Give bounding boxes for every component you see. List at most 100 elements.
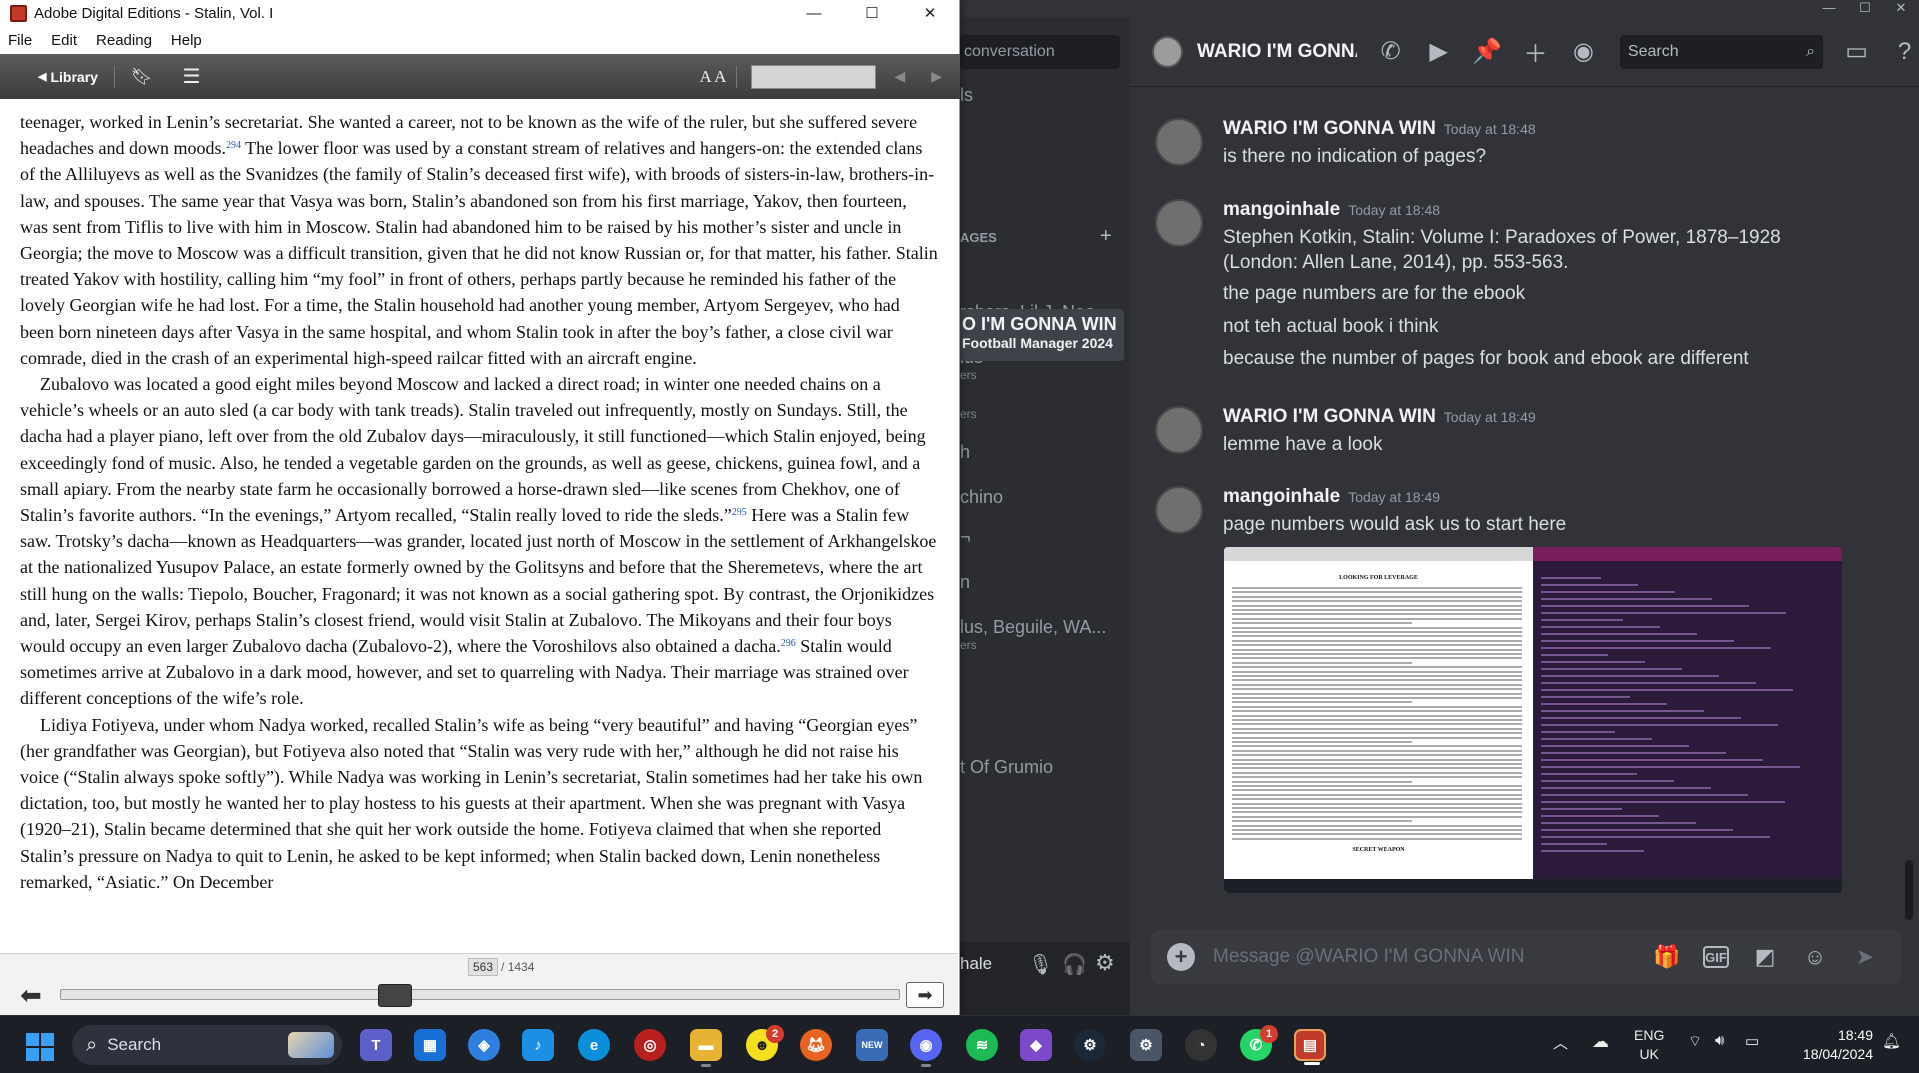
steam-icon[interactable]: ⚙︎ <box>1074 1029 1106 1061</box>
next-page-arrow-icon[interactable]: ➡ <box>906 982 944 1008</box>
firefox-icon[interactable]: 🦊︎ <box>800 1029 832 1061</box>
add-friend-icon[interactable]: ＋ <box>1521 37 1550 68</box>
message-username[interactable]: mangoinhale <box>1223 486 1340 507</box>
sticker-icon[interactable]: ◩ <box>1751 943 1779 971</box>
menu-help[interactable]: Help <box>171 32 202 49</box>
discord-icon[interactable]: ◉ <box>910 1029 942 1067</box>
pin-icon[interactable]: 📌 <box>1472 37 1502 67</box>
close-icon[interactable]: ✕ <box>901 0 959 26</box>
add-dm-icon[interactable]: + <box>1100 225 1112 248</box>
dm-list-item[interactable]: n <box>960 572 970 593</box>
message-username[interactable]: WARIO I'M GONNA WIN <box>1223 118 1436 139</box>
voice-call-icon[interactable]: ✆ <box>1376 37 1405 67</box>
footnote-link[interactable]: 295 <box>732 507 747 518</box>
snapchat-icon[interactable]: ☻ 2 <box>746 1025 784 1061</box>
settings-icon[interactable]: ⚙ <box>1130 1029 1162 1061</box>
language-indicator[interactable]: ENG UK <box>1634 1026 1664 1064</box>
file-explorer-icon[interactable]: ▬ <box>690 1029 722 1067</box>
battery-icon[interactable]: ▭ <box>1745 1032 1759 1050</box>
gift-icon[interactable]: 🎁 <box>1653 943 1681 971</box>
footnote-link[interactable]: 294 <box>226 140 241 151</box>
dm-list-item[interactable]: chino <box>960 487 1003 508</box>
library-button[interactable]: ◀ Library <box>38 69 98 85</box>
page-slider-thumb[interactable] <box>378 984 412 1007</box>
previous-page-icon[interactable]: ◀ <box>894 68 905 85</box>
dm-list-item[interactable]: ls <box>960 85 973 106</box>
chevron-up-icon[interactable]: ︿ <box>1553 1032 1568 1053</box>
dm-list-item[interactable]: ¬ <box>960 527 971 548</box>
attachment-line <box>1232 833 1522 836</box>
help-icon[interactable]: ? <box>1890 37 1919 67</box>
menu-edit[interactable]: Edit <box>51 32 77 49</box>
active-dm-item[interactable]: O I'M GONNA WIN Football Manager 2024 <box>960 309 1124 361</box>
avatar[interactable] <box>1155 118 1203 166</box>
dm-list-item[interactable]: AGES <box>960 230 997 245</box>
spotify-icon[interactable]: ≋ <box>966 1029 998 1061</box>
microsoft-store-icon[interactable]: ▦ <box>414 1029 446 1061</box>
contents-list-icon[interactable]: ☰ <box>183 64 201 89</box>
minimize-icon[interactable]: — <box>1811 0 1847 17</box>
menu-reading[interactable]: Reading <box>96 32 152 49</box>
whatsapp-icon[interactable]: ✆ 1 <box>1240 1025 1278 1061</box>
whatsapp-badge: 1 <box>1260 1025 1278 1043</box>
upload-plus-icon[interactable]: + <box>1167 943 1195 971</box>
header-search-input[interactable]: Search ⌕ <box>1619 34 1824 69</box>
message-input[interactable]: Message @WARIO I'M GONNA WIN <box>1213 946 1653 968</box>
obsidian-icon[interactable]: ◆ <box>1020 1029 1052 1061</box>
page-slider[interactable] <box>60 984 900 1007</box>
wifi-icon[interactable]: ⌔ <box>1688 1032 1702 1051</box>
footnote-link[interactable]: 296 <box>781 638 796 649</box>
cloud-icon[interactable]: ☁ <box>1592 1032 1609 1052</box>
close-icon[interactable]: ✕ <box>1883 0 1919 17</box>
maps-icon[interactable]: ◈ <box>468 1029 500 1061</box>
bookmark-icon[interactable]: 🔖︎ <box>131 67 153 87</box>
next-page-icon[interactable]: ▶ <box>931 68 942 85</box>
image-attachment[interactable]: LOOKING FOR LEVERAGE SECRET WEAPON <box>1224 547 1842 893</box>
media-player-icon[interactable]: ◎ <box>634 1029 666 1061</box>
headphones-icon[interactable]: 🎧 <box>1062 952 1087 977</box>
edge-icon[interactable]: e <box>578 1029 610 1061</box>
menu-file[interactable]: File <box>8 32 32 49</box>
user-profile-icon[interactable]: ◉ <box>1569 37 1598 67</box>
scrollbar[interactable] <box>1905 860 1913 920</box>
volume-icon[interactable]: 🔊︎ <box>1715 1032 1724 1049</box>
dm-list-item-name: n <box>960 572 971 592</box>
maximize-icon[interactable]: ☐ <box>1847 0 1883 17</box>
inbox-icon[interactable]: ▭ <box>1842 37 1871 67</box>
clock-app-icon[interactable]: ◔ <box>1185 1029 1217 1061</box>
message-username[interactable]: mangoinhale <box>1223 199 1340 220</box>
dm-list: conversation lsAGESrsbars, Lil J, Neoers… <box>960 17 1130 1015</box>
current-page-field[interactable]: 563 <box>468 958 499 976</box>
avatar[interactable] <box>1155 406 1203 454</box>
dm-header-name[interactable]: WARIO I'M GONNA WIN <box>1197 41 1357 63</box>
avatar[interactable] <box>1155 199 1203 247</box>
start-windows-icon[interactable] <box>26 1033 54 1061</box>
video-call-icon[interactable]: ▶ <box>1424 37 1453 67</box>
send-icon[interactable]: ➤ <box>1851 943 1879 971</box>
teams-icon[interactable]: T <box>360 1029 392 1061</box>
dm-list-item[interactable]: ers <box>960 407 977 421</box>
settings-gear-icon[interactable]: ⚙ <box>1095 950 1115 976</box>
emoji-icon[interactable]: ☺ <box>1801 943 1829 971</box>
avatar[interactable] <box>1155 486 1203 534</box>
minimize-icon[interactable]: — <box>785 0 843 26</box>
font-size-button[interactable]: A A <box>700 67 727 87</box>
message-username[interactable]: WARIO I'M GONNA WIN <box>1223 406 1436 427</box>
dm-list-item[interactable]: h <box>960 442 970 463</box>
microphone-icon[interactable]: 🎙 <box>1028 952 1053 977</box>
avatar[interactable] <box>1152 35 1184 68</box>
taskbar-clock[interactable]: 18:49 18/04/2024 <box>1793 1026 1873 1064</box>
maximize-icon[interactable]: ☐ <box>843 0 901 26</box>
taskbar-search[interactable]: ⌕ Search <box>72 1025 342 1065</box>
gif-icon[interactable]: GIF <box>1703 946 1729 968</box>
search-input[interactable] <box>751 64 877 89</box>
previous-page-arrow-icon[interactable]: ⬅ <box>20 980 42 1011</box>
adobe-digital-editions-icon[interactable]: ▤ <box>1294 1029 1326 1065</box>
attachment-line <box>1541 731 1615 733</box>
notification-bell-icon[interactable]: 🔔︎ <box>1882 1032 1901 1050</box>
dm-list-item[interactable]: lus, Beguile, WA... ers <box>960 617 1106 652</box>
teams-new-icon[interactable]: NEW <box>856 1029 888 1061</box>
find-conversation-input[interactable]: conversation <box>960 35 1120 69</box>
itunes-icon[interactable]: ♪ <box>522 1029 554 1061</box>
dm-list-item[interactable]: t Of Grumio <box>960 757 1053 778</box>
